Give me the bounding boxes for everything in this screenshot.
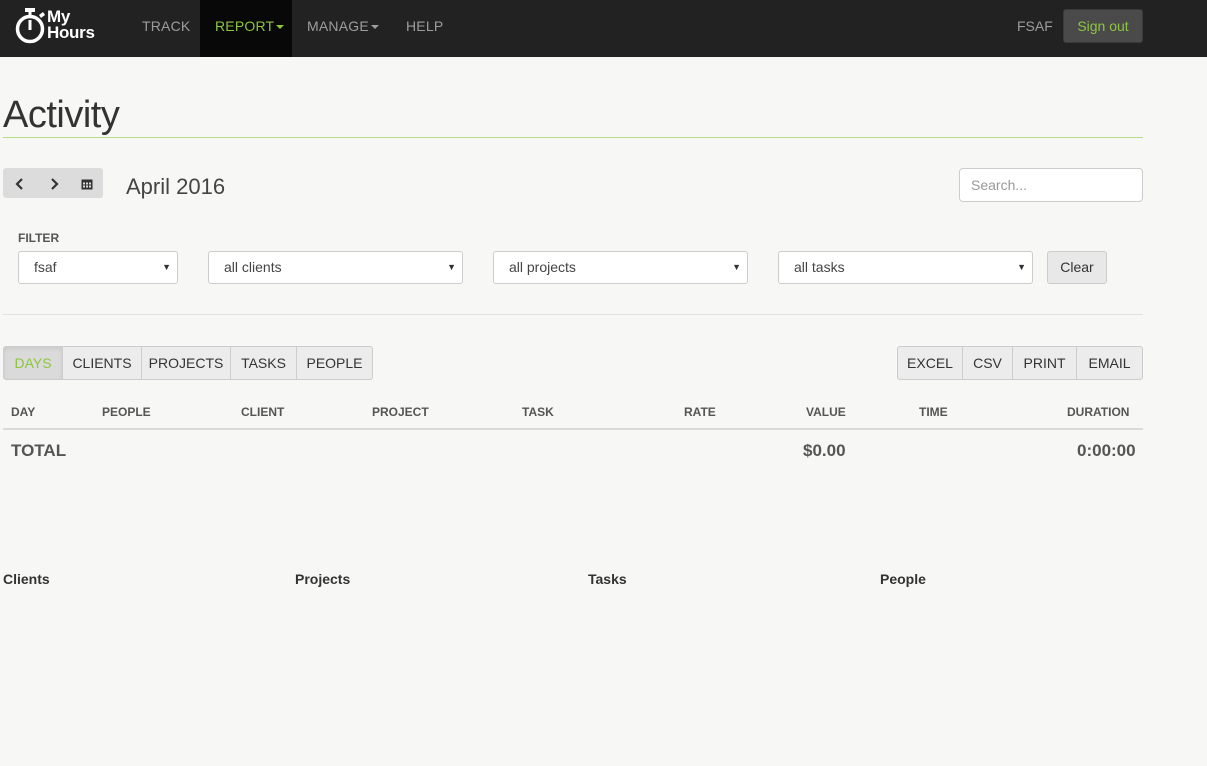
- filter-divider: [3, 314, 1143, 315]
- select-arrow-icon: ▼: [1017, 262, 1026, 272]
- table-header-divider: [3, 428, 1143, 430]
- col-header-day[interactable]: DAY: [11, 405, 35, 419]
- col-header-value[interactable]: VALUE: [806, 405, 846, 419]
- clear-filter-button[interactable]: Clear: [1047, 251, 1107, 284]
- tab-projects[interactable]: PROJECTS: [141, 346, 231, 380]
- current-period: April 2016: [126, 174, 226, 199]
- section-tasks: Tasks: [588, 571, 627, 587]
- tasks-select-value: all tasks: [794, 259, 845, 275]
- page-title: Activity: [3, 94, 120, 136]
- print-button[interactable]: PRINT: [1012, 346, 1077, 380]
- prev-button[interactable]: [3, 168, 36, 198]
- caret-down-icon: [276, 25, 285, 30]
- select-arrow-icon: ▼: [732, 262, 741, 272]
- chevron-right-icon: [50, 178, 59, 191]
- section-projects: Projects: [295, 571, 351, 587]
- export-excel-button[interactable]: EXCEL: [897, 346, 963, 380]
- col-header-duration[interactable]: DURATION: [1067, 405, 1129, 419]
- nav-report[interactable]: REPORT: [200, 0, 292, 57]
- tab-people[interactable]: PEOPLE: [296, 346, 373, 380]
- filter-label: FILTER: [18, 231, 60, 245]
- tab-days[interactable]: DAYS: [3, 346, 63, 380]
- col-header-people[interactable]: PEOPLE: [102, 405, 151, 419]
- select-arrow-icon: ▼: [447, 262, 456, 272]
- next-button[interactable]: [37, 168, 70, 198]
- nav-track[interactable]: TRACK: [142, 0, 190, 57]
- section-people: People: [880, 571, 926, 587]
- col-header-project[interactable]: PROJECT: [372, 405, 429, 419]
- export-csv-button[interactable]: CSV: [962, 346, 1013, 380]
- logo-line2: Hours: [47, 23, 95, 42]
- app-logo[interactable]: My Hours: [14, 6, 106, 46]
- col-header-rate[interactable]: RATE: [684, 405, 716, 419]
- total-value: $0.00: [803, 441, 846, 460]
- caret-down-icon: [370, 25, 379, 30]
- chevron-left-icon: [14, 178, 23, 191]
- view-tabs: DAYS CLIENTS PROJECTS TASKS PEOPLE: [3, 346, 373, 380]
- tab-tasks[interactable]: TASKS: [230, 346, 297, 380]
- col-header-client[interactable]: CLIENT: [241, 405, 284, 419]
- stopwatch-icon: [15, 8, 45, 44]
- email-button[interactable]: EMAIL: [1076, 346, 1143, 380]
- search-input[interactable]: [959, 168, 1143, 202]
- nav-report-label: REPORT: [215, 18, 275, 34]
- projects-select-value: all projects: [509, 259, 576, 275]
- select-arrow-icon: ▼: [162, 262, 171, 272]
- total-label: TOTAL: [11, 441, 67, 460]
- period-nav: [3, 168, 103, 198]
- nav-manage-label: MANAGE: [307, 18, 369, 34]
- projects-select[interactable]: all projects ▼: [493, 251, 748, 284]
- nav-manage[interactable]: MANAGE: [307, 0, 379, 57]
- people-select-value: fsaf: [34, 259, 57, 275]
- nav-help[interactable]: HELP: [406, 0, 443, 57]
- clients-select[interactable]: all clients ▼: [208, 251, 463, 284]
- col-header-task[interactable]: TASK: [522, 405, 554, 419]
- section-clients: Clients: [3, 571, 50, 587]
- tab-clients[interactable]: CLIENTS: [62, 346, 142, 380]
- title-divider: [3, 137, 1143, 138]
- tasks-select[interactable]: all tasks ▼: [778, 251, 1033, 284]
- calendar-icon: [81, 179, 92, 190]
- user-name[interactable]: FSAF: [1017, 0, 1053, 52]
- total-duration: 0:00:00: [1077, 441, 1136, 460]
- top-navbar: My Hours TRACK REPORT MANAGE HELP FSAF S…: [0, 0, 1207, 57]
- people-select[interactable]: fsaf ▼: [18, 251, 178, 284]
- export-buttons: EXCEL CSV PRINT EMAIL: [897, 346, 1143, 380]
- col-header-time[interactable]: TIME: [919, 405, 948, 419]
- signout-button[interactable]: Sign out: [1063, 9, 1143, 43]
- clients-select-value: all clients: [224, 259, 282, 275]
- calendar-button[interactable]: [70, 168, 103, 198]
